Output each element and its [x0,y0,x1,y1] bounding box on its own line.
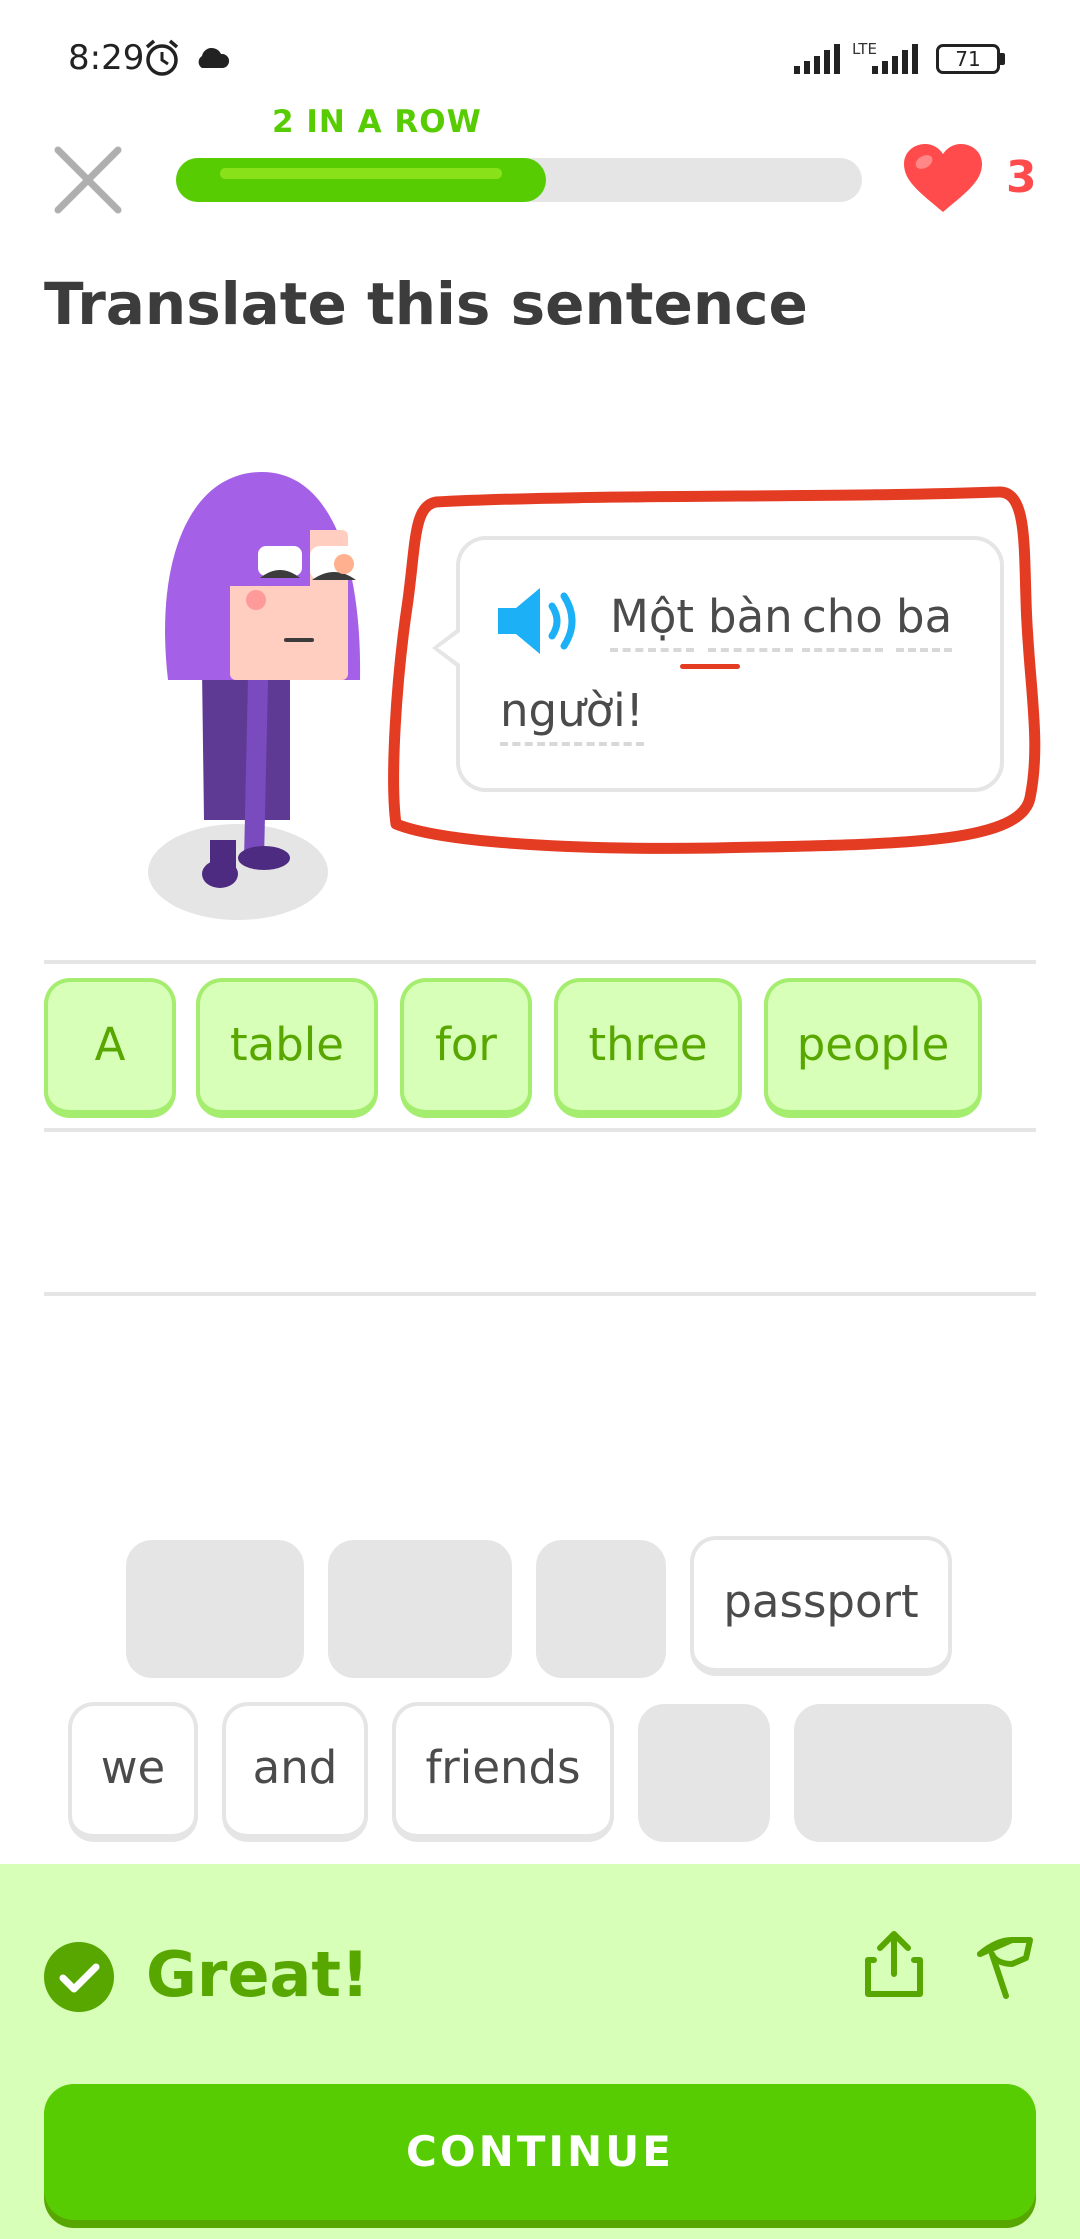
answer-tile[interactable]: three [554,978,742,1118]
heart-icon [904,144,982,212]
character-illustration [148,472,361,920]
check-circle-icon [44,1942,114,2012]
flag-icon[interactable] [972,1930,1034,2000]
share-icon[interactable] [864,1930,924,1998]
word-bank-slot-empty [328,1540,512,1678]
answer-tile[interactable]: table [196,978,378,1118]
close-icon[interactable] [52,144,124,216]
word-bank-tile[interactable]: friends [392,1702,614,1842]
word-bank-slot-empty [536,1540,666,1678]
word-bank-slot-empty [794,1704,1012,1842]
word-bank-slot-empty [638,1704,770,1842]
answer-tile[interactable]: for [400,978,532,1118]
prompt-title: Translate this sentence [44,270,808,338]
feedback-title: Great! [146,1938,370,2011]
cell-signal-icon [872,44,918,74]
battery-level: 71 [955,47,981,71]
answer-tile[interactable]: people [764,978,982,1118]
hearts-count: 3 [1006,152,1037,203]
answer-line [44,1128,1036,1132]
annotation-outline [388,486,1041,854]
cloud-icon [198,47,230,68]
lesson-progress-highlight [220,168,502,179]
cell-signal-icon [794,44,840,74]
answer-line [44,960,1036,964]
word-bank-slot-empty [126,1540,304,1678]
alarm-clock-icon [145,39,179,76]
word-bank-tile[interactable]: and [222,1702,368,1842]
word-bank-tile[interactable]: we [68,1702,198,1842]
battery-tip [1000,53,1005,65]
continue-button[interactable]: CONTINUE [44,2084,1036,2220]
streak-label: 2 IN A ROW [272,104,482,140]
answer-line [44,1292,1036,1296]
word-bank-tile[interactable]: passport [690,1536,952,1676]
lesson-progress-fill [176,158,546,202]
answer-tile[interactable]: A [44,978,176,1118]
status-time: 8:29 [68,38,145,78]
